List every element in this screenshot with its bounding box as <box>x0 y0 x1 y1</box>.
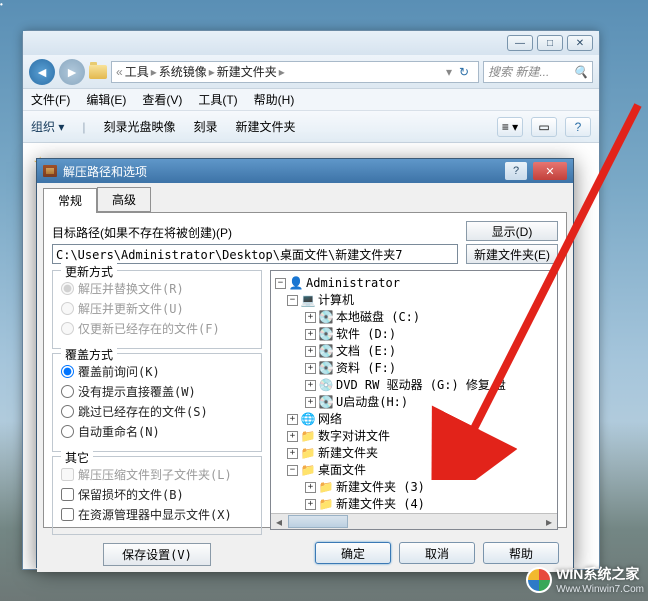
search-icon: 🔍 <box>573 65 588 79</box>
help-button[interactable]: 帮助 <box>483 542 559 564</box>
destination-path-input[interactable] <box>52 244 458 264</box>
cancel-button[interactable]: 取消 <box>399 542 475 564</box>
breadcrumb-item[interactable]: 工具 <box>125 63 149 80</box>
refresh-icon[interactable]: ↻ <box>454 65 474 79</box>
menu-tools[interactable]: 工具(T) <box>198 91 237 108</box>
watermark-brand: WIN系统之家 <box>556 564 644 584</box>
tree-node-dvd-rw[interactable]: +💿DVD RW 驱动器 (G:) 修复盘 <box>275 377 553 394</box>
watermark-url: Www.Winwin7.Com <box>556 584 644 595</box>
forward-button[interactable]: ► <box>59 59 85 85</box>
new-folder-button[interactable]: 新建文件夹 <box>236 118 296 135</box>
dialog-close-button[interactable]: ✕ <box>533 162 567 180</box>
chevron-right-icon: ▸ <box>279 65 285 79</box>
tree-node-administrator[interactable]: −👤Administrator <box>275 275 553 292</box>
scroll-thumb[interactable] <box>288 515 348 528</box>
preview-pane-button[interactable]: ▭ <box>531 117 557 137</box>
menu-edit[interactable]: 编辑(E) <box>86 91 126 108</box>
maximize-button[interactable]: □ <box>537 35 563 51</box>
chevron-right-icon: ▸ <box>151 65 157 79</box>
check-show-explorer[interactable]: 在资源管理器中显示文件(X) <box>61 506 253 523</box>
menu-help[interactable]: 帮助(H) <box>254 91 295 108</box>
burn-button[interactable]: 刻录 <box>194 118 218 135</box>
dropdown-icon[interactable]: ▾ <box>446 65 452 79</box>
archive-icon <box>43 165 57 177</box>
command-bar: 组织 ▾ | 刻录光盘映像 刻录 新建文件夹 ≡ ▾ ▭ ? <box>23 111 599 143</box>
tree-horizontal-scrollbar[interactable]: ◂ ▸ <box>271 513 557 529</box>
breadcrumb-sep: « <box>116 65 123 79</box>
group-overwrite-mode: 覆盖方式 覆盖前询问(K) 没有提示直接覆盖(W) 跳过已经存在的文件(S) 自… <box>52 353 262 452</box>
search-placeholder: 搜索 新建... <box>488 63 549 80</box>
dialog-title: 解压路径和选项 <box>63 163 147 180</box>
tree-node-udisk[interactable]: +💽U启动盘(H:) <box>275 394 553 411</box>
watermark-logo-icon <box>526 567 552 593</box>
view-mode-button[interactable]: ≡ ▾ <box>497 117 523 137</box>
organize-menu[interactable]: 组织 ▾ <box>31 118 64 135</box>
burn-image-button[interactable]: 刻录光盘映像 <box>103 118 175 135</box>
tab-advanced[interactable]: 高级 <box>97 187 151 212</box>
breadcrumb-item[interactable]: 系统镜像 <box>159 63 207 80</box>
display-button[interactable]: 显示(D) <box>466 221 558 241</box>
check-subfolder[interactable]: 解压压缩文件到子文件夹(L) <box>61 466 253 483</box>
ok-button[interactable]: 确定 <box>315 542 391 564</box>
dialog-help-button[interactable]: ? <box>505 162 527 180</box>
radio-extract-update[interactable]: 解压并更新文件(U) <box>61 300 253 317</box>
chevron-right-icon: ▸ <box>209 65 215 79</box>
save-settings-button[interactable]: 保存设置(V) <box>103 543 211 566</box>
radio-extract-replace[interactable]: 解压并替换文件(R) <box>61 280 253 297</box>
tab-strip: 常规 高级 <box>37 183 573 212</box>
path-label: 目标路径(如果不存在将被创建)(P) <box>52 224 458 241</box>
menubar: 文件(F) 编辑(E) 查看(V) 工具(T) 帮助(H) <box>23 89 599 111</box>
explorer-titlebar: — □ ✕ <box>23 31 599 55</box>
tree-node-computer[interactable]: −💻计算机 <box>275 292 553 309</box>
folder-tree[interactable]: −👤Administrator −💻计算机 +💽本地磁盘 (C:) +💽软件 (… <box>270 270 558 530</box>
tree-node-network[interactable]: +🌐网络 <box>275 411 553 428</box>
tree-node-disk-e[interactable]: +💽文档 (E:) <box>275 343 553 360</box>
folder-icon <box>89 65 107 79</box>
radio-skip-existing[interactable]: 跳过已经存在的文件(S) <box>61 403 253 420</box>
menu-view[interactable]: 查看(V) <box>142 91 182 108</box>
scroll-left-icon[interactable]: ◂ <box>271 514 287 529</box>
breadcrumb[interactable]: « 工具 ▸ 系统镜像 ▸ 新建文件夹 ▸ ▾ ↻ <box>111 61 479 83</box>
tree-node-disk-f[interactable]: +💽资料 (F:) <box>275 360 553 377</box>
tree-node-disk-d[interactable]: +💽软件 (D:) <box>275 326 553 343</box>
dialog-titlebar: 解压路径和选项 ? ✕ <box>37 159 573 183</box>
tree-node-desktop[interactable]: −📁桌面文件 <box>275 462 553 479</box>
tree-node-newfolder[interactable]: +📁新建文件夹 <box>275 445 553 462</box>
tab-general[interactable]: 常规 <box>43 188 97 213</box>
help-button[interactable]: ? <box>565 117 591 137</box>
group-title: 其它 <box>61 449 93 466</box>
radio-ask-before[interactable]: 覆盖前询问(K) <box>61 363 253 380</box>
check-keep-broken[interactable]: 保留损坏的文件(B) <box>61 486 253 503</box>
radio-overwrite-silent[interactable]: 没有提示直接覆盖(W) <box>61 383 253 400</box>
extract-dialog: 解压路径和选项 ? ✕ 常规 高级 目标路径(如果不存在将被创建)(P) 显示(… <box>36 158 574 568</box>
scroll-right-icon[interactable]: ▸ <box>541 514 557 529</box>
group-title: 更新方式 <box>61 263 117 280</box>
radio-auto-rename[interactable]: 自动重命名(N) <box>61 423 253 440</box>
explorer-navbar: ◄ ► « 工具 ▸ 系统镜像 ▸ 新建文件夹 ▸ ▾ ↻ 搜索 新建... 🔍 <box>23 55 599 89</box>
tree-node-nf3[interactable]: +📁新建文件夹 (3) <box>275 479 553 496</box>
search-input[interactable]: 搜索 新建... 🔍 <box>483 61 593 83</box>
breadcrumb-item[interactable]: 新建文件夹 <box>217 63 277 80</box>
tree-node-digital[interactable]: +📁数字对讲文件 <box>275 428 553 445</box>
back-button[interactable]: ◄ <box>29 59 55 85</box>
close-button[interactable]: ✕ <box>567 35 593 51</box>
menu-file[interactable]: 文件(F) <box>31 91 70 108</box>
radio-update-existing[interactable]: 仅更新已经存在的文件(F) <box>61 320 253 337</box>
tree-node-nf4[interactable]: +📁新建文件夹 (4) <box>275 496 553 513</box>
group-misc: 其它 解压压缩文件到子文件夹(L) 保留损坏的文件(B) 在资源管理器中显示文件… <box>52 456 262 535</box>
group-update-mode: 更新方式 解压并替换文件(R) 解压并更新文件(U) 仅更新已经存在的文件(F) <box>52 270 262 349</box>
tree-node-local-disk-c[interactable]: +💽本地磁盘 (C:) <box>275 309 553 326</box>
tab-panel-general: 目标路径(如果不存在将被创建)(P) 显示(D) 新建文件夹(E) 更新方式 解… <box>43 212 567 528</box>
new-folder-button[interactable]: 新建文件夹(E) <box>466 244 558 264</box>
watermark: WIN系统之家 Www.Winwin7.Com <box>526 564 644 595</box>
minimize-button[interactable]: — <box>507 35 533 51</box>
group-title: 覆盖方式 <box>61 346 117 363</box>
